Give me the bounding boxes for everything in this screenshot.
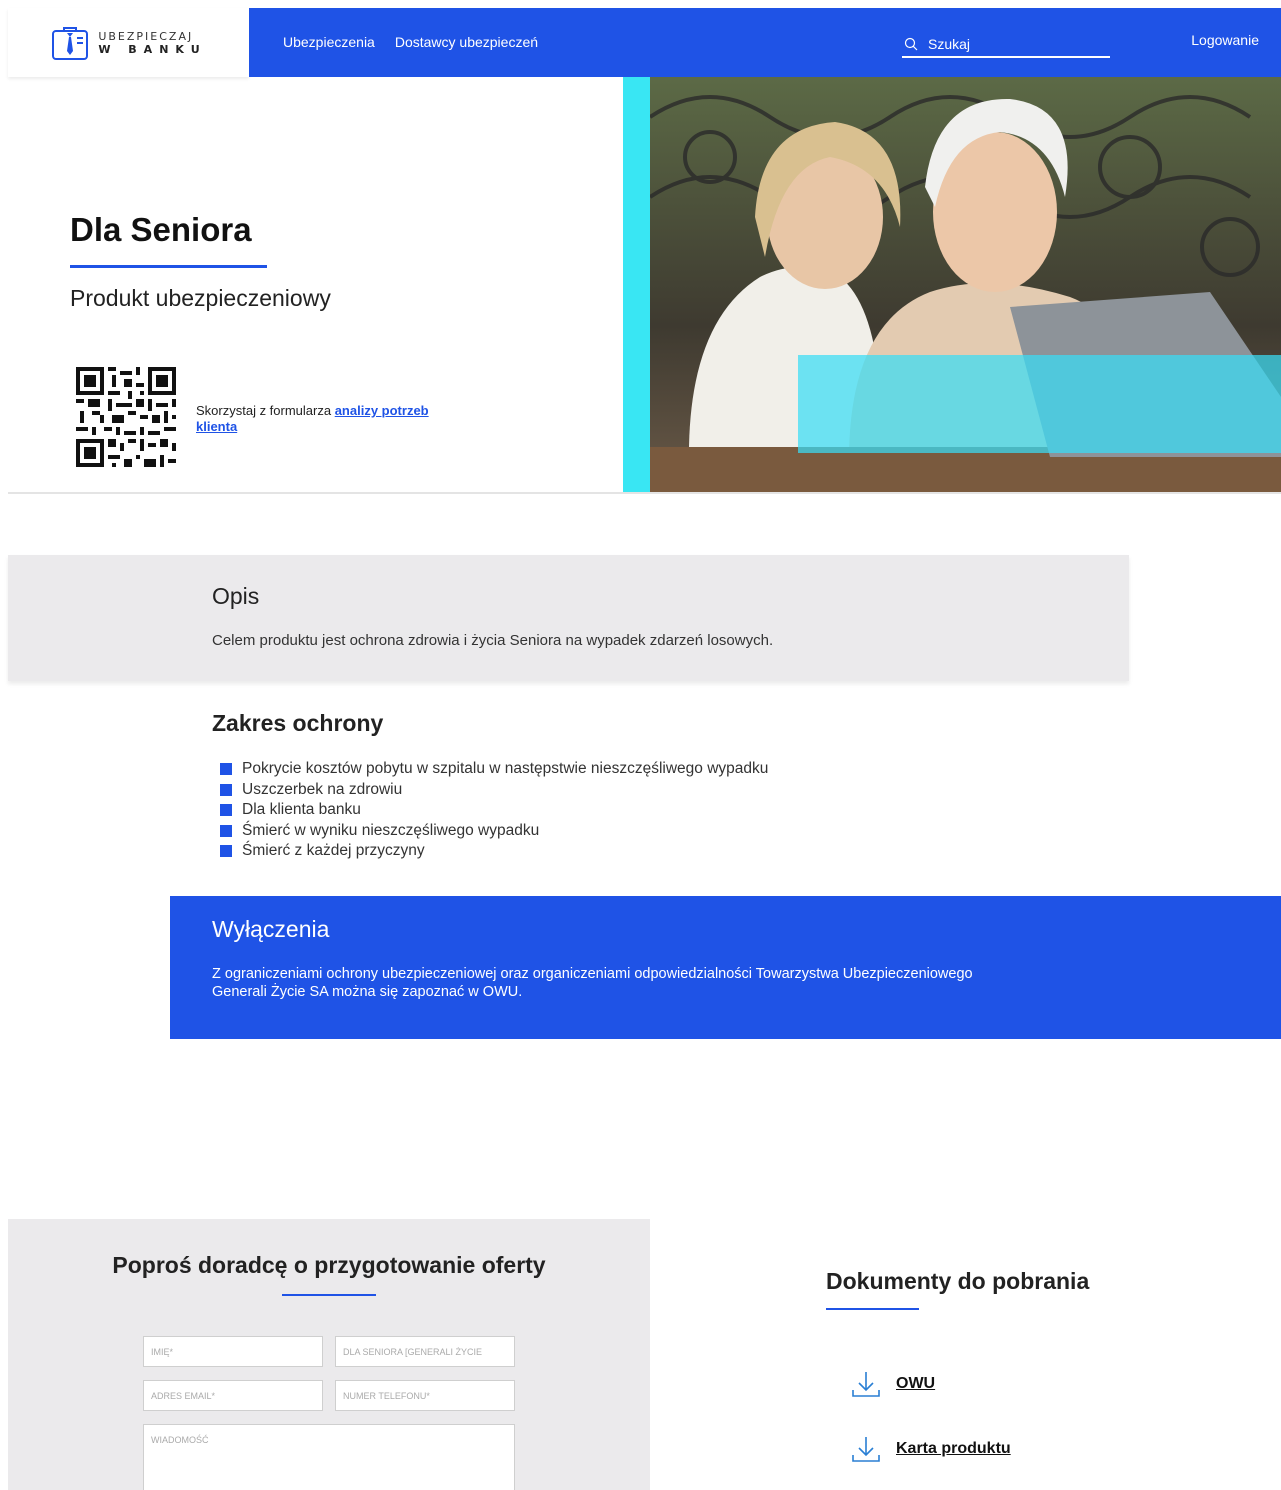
list-item: Dla klienta banku: [220, 800, 768, 821]
main-nav: Ubezpieczenia Dostawcy ubezpieczeń: [283, 34, 538, 50]
nav-item-ubezpieczenia[interactable]: Ubezpieczenia: [283, 34, 375, 50]
description-text: Celem produktu jest ochrona zdrowia i ży…: [212, 632, 774, 649]
hero-image: [623, 77, 1281, 492]
documents-title: Dokumenty do pobrania: [826, 1268, 1090, 1294]
list-item-label: Pokrycie kosztów pobytu w szpitalu w nas…: [242, 760, 769, 777]
name-field[interactable]: [143, 1336, 323, 1367]
hero-section: Dla Seniora Produkt ubezpieczeniowy Skor…: [8, 77, 1281, 494]
exclusions-title: Wyłączenia: [212, 916, 330, 942]
nav-item-dostawcy[interactable]: Dostawcy ubezpieczeń: [395, 34, 538, 50]
list-item: Pokrycie kosztów pobytu w szpitalu w nas…: [220, 759, 768, 780]
hero-accent-box: [798, 355, 1281, 453]
download-owu-label: OWU: [896, 1375, 936, 1392]
email-field[interactable]: [143, 1380, 323, 1411]
description-title: Opis: [212, 583, 260, 609]
list-item: Uszczerbek na zdrowiu: [220, 780, 768, 801]
list-item-label: Śmierć z każdej przyczyny: [242, 842, 425, 859]
search-box: [902, 32, 1110, 58]
list-item-label: Dla klienta banku: [242, 801, 361, 818]
logo-line1: UBEZPIECZAJ: [98, 29, 194, 43]
qr-code-icon[interactable]: [76, 367, 176, 467]
hero-accent-bar: [623, 77, 650, 492]
coverage-list: Pokrycie kosztów pobytu w szpitalu w nas…: [220, 759, 768, 862]
message-field[interactable]: [143, 1424, 515, 1490]
product-field[interactable]: [335, 1336, 515, 1367]
search-icon: [904, 37, 918, 51]
needs-analysis-prefix: Skorzystaj z formularza: [196, 403, 335, 418]
bullet-square-icon: [220, 763, 232, 776]
logo[interactable]: UBEZPIECZAJ W BANKU: [8, 8, 249, 77]
top-navigation-bar: Ubezpieczenia Dostawcy ubezpieczeń Logow…: [249, 8, 1281, 77]
title-underline: [70, 265, 267, 268]
bullet-square-icon: [220, 804, 232, 817]
bullet-square-icon: [220, 824, 232, 837]
documents-title-underline: [826, 1308, 919, 1310]
form-title-underline: [282, 1294, 376, 1296]
phone-field[interactable]: [335, 1380, 515, 1411]
download-product-card-link[interactable]: Karta produktu: [850, 1433, 1011, 1465]
exclusions-text: Z ograniczeniami ochrony ubezpieczeniowe…: [212, 966, 973, 1000]
exclusions-section: Wyłączenia Z ograniczeniami ochrony ubez…: [170, 896, 1281, 1039]
download-icon: [852, 1372, 880, 1397]
download-product-card-label: Karta produktu: [896, 1440, 1011, 1457]
needs-analysis-text: Skorzystaj z formularza analizy potrzeb …: [196, 403, 436, 435]
list-item: Śmierć w wyniku nieszczęśliwego wypadku: [220, 821, 768, 842]
list-item-label: Uszczerbek na zdrowiu: [242, 780, 403, 798]
page-title: Dla Seniora: [70, 211, 252, 248]
download-owu-link[interactable]: OWU: [850, 1368, 935, 1400]
bullet-square-icon: [220, 845, 232, 858]
list-item-label: Śmierć w wyniku nieszczęśliwego wypadku: [242, 821, 540, 839]
login-link[interactable]: Logowanie: [1191, 32, 1259, 48]
offer-request-form: Poproś doradcę o przygotowanie oferty: [8, 1219, 650, 1490]
coverage-title: Zakres ochrony: [212, 710, 384, 736]
form-title: Poproś doradcę o przygotowanie oferty: [112, 1252, 546, 1278]
bullet-square-icon: [220, 783, 232, 796]
briefcase-icon: [52, 26, 89, 60]
logo-line2: W BANKU: [98, 42, 207, 56]
list-item: Śmierć z każdej przyczyny: [220, 841, 768, 862]
page-subtitle: Produkt ubezpieczeniowy: [70, 285, 331, 311]
description-section: Opis Celem produktu jest ochrona zdrowia…: [8, 555, 1129, 681]
search-input[interactable]: [928, 36, 1098, 52]
download-icon: [852, 1437, 880, 1462]
